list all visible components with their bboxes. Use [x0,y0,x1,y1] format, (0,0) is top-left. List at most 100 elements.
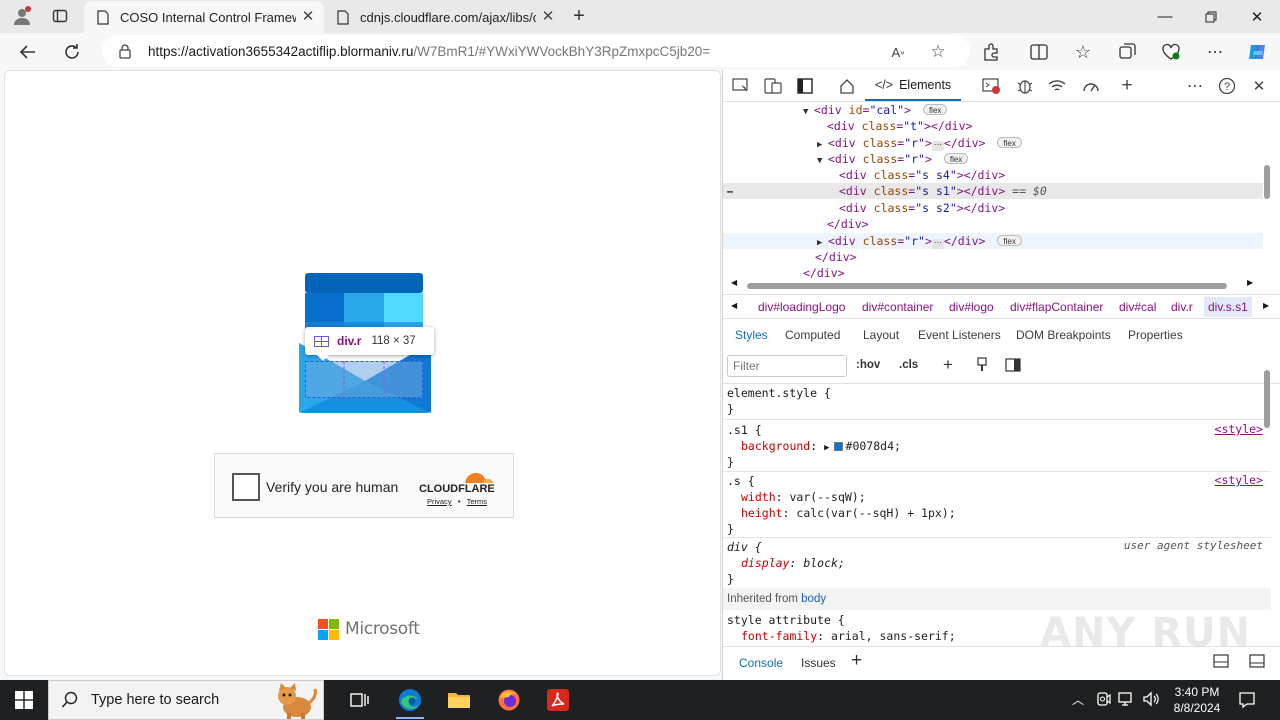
inspect-element-icon[interactable] [729,75,753,97]
back-icon[interactable] [14,38,42,66]
styles-filter-input[interactable]: Filter [727,355,847,377]
favorites-icon[interactable]: ☆ [1070,39,1096,65]
dom-node-r1[interactable]: ▶ <div class="r"> ⋯ </div> flex [723,135,1263,151]
style-attribute-selector[interactable]: style attribute { [727,612,845,628]
row-menu-icon[interactable]: ⋯ [727,185,839,201]
close-window-icon[interactable]: ✕ [1234,0,1280,33]
rule-s1-declaration[interactable]: background: ▶ #0078d4; [727,438,901,454]
dom-node-s2[interactable]: <div class="s s2"></div> [723,200,1263,216]
new-rule-plus-icon[interactable]: + [943,355,953,375]
close-devtools-icon[interactable]: ✕ [1247,75,1271,97]
meet-now-icon[interactable] [1096,691,1112,710]
url-field[interactable]: https://activation3655342actiflip.blorma… [102,35,970,67]
edge-taskbar-icon[interactable] [386,680,434,720]
dom-node-s1-selected[interactable]: ⋯ <div class="s s1"></div> == $0 [723,183,1263,199]
tab-layout[interactable]: Layout [863,328,899,342]
rule-s-height[interactable]: height: calc(var(--sqH) + 1px); [727,505,956,521]
paint-brush-icon[interactable] [975,357,989,376]
more-tools-plus-icon[interactable]: + [1115,75,1139,97]
flex-badge[interactable]: flex [922,104,948,115]
breadcrumb-item[interactable]: div#logo [949,300,994,314]
expand-icon[interactable]: ▶ [824,443,829,453]
breadcrumb-item[interactable]: div.r [1171,300,1193,314]
close-tab-icon[interactable]: ✕ [540,9,556,25]
chevron-up-icon[interactable]: ︿ [1072,691,1084,708]
element-style-selector[interactable]: element.style { [727,385,831,401]
dom-node-t[interactable]: <div class="t"></div> [723,118,1263,134]
split-screen-icon[interactable] [1026,39,1052,65]
read-aloud-icon[interactable]: A» [888,42,908,62]
console-icon[interactable] [979,75,1003,97]
scroll-thumb[interactable] [747,283,1227,289]
firefox-icon[interactable] [485,680,533,720]
taskbar-search-box[interactable]: Type here to search [48,680,324,720]
volume-icon[interactable] [1142,691,1160,710]
styles-vertical-scrollbar[interactable] [1264,370,1270,428]
lock-icon[interactable] [118,43,134,59]
minimize-icon[interactable]: — [1142,0,1188,33]
dock-side-icon[interactable] [793,75,817,97]
devtools-menu-icon[interactable]: ⋯ [1183,75,1207,97]
rule-s1-selector[interactable]: .s1 { [727,422,762,438]
dom-node-s4[interactable]: <div class="s s4"></div> [723,167,1263,183]
collections-icon[interactable] [1114,39,1140,65]
refresh-icon[interactable] [58,38,86,66]
dom-close-cal[interactable]: </div> [723,249,1263,265]
add-drawer-tab-icon[interactable]: + [851,650,862,672]
verify-checkbox[interactable] [232,473,260,501]
dom-horizontal-scrollbar[interactable]: ◀ ▶ [731,278,1261,290]
tab-actions-icon[interactable] [47,4,73,28]
tab-dom-breakpoints[interactable]: DOM Breakpoints [1016,328,1111,342]
cls-toggle[interactable]: .cls [899,359,918,371]
breadcrumb-left-icon[interactable]: ◀ [731,301,737,310]
new-tab-icon[interactable]: + [566,4,592,28]
color-swatch-icon[interactable] [833,442,843,451]
breadcrumb-item[interactable]: div#loadingLogo [758,300,845,314]
copilot-icon[interactable] [1244,39,1270,65]
profile-icon[interactable] [9,4,35,28]
taskbar-clock[interactable]: 3:40 PM 8/8/2024 [1162,684,1232,716]
dom-close-r2[interactable]: </div> [723,216,1263,232]
flex-badge[interactable]: flex [943,153,969,164]
tab-coso[interactable]: COSO Internal Control Framewor ✕ [84,1,324,33]
tab-computed[interactable]: Computed [785,328,840,342]
tab-cdnjs[interactable]: cdnjs.cloudflare.com/ajax/libs/c ✕ [324,1,564,33]
tab-styles[interactable]: Styles [735,328,768,342]
dom-vertical-scrollbar[interactable] [1264,165,1270,199]
network-icon[interactable] [1118,691,1136,710]
tab-event-listeners[interactable]: Event Listeners [918,328,1001,342]
breadcrumb-right-icon[interactable]: ▶ [1263,301,1269,310]
notifications-icon[interactable] [1238,691,1256,712]
rule-s-width[interactable]: width: var(--sqW); [727,489,866,505]
scroll-left-icon[interactable]: ◀ [731,278,737,287]
file-explorer-icon[interactable] [435,680,483,720]
hov-toggle[interactable]: :hov [856,359,880,371]
undock-drawer-icon[interactable] [1213,654,1229,671]
tab-elements[interactable]: </> Elements [865,70,962,101]
breadcrumb-item[interactable]: div#cal [1119,300,1156,314]
welcome-home-icon[interactable] [835,75,859,97]
dom-node-r2[interactable]: ▼ <div class="r"> flex [723,151,1263,167]
ellipsis-icon[interactable]: ⋯ [931,239,944,249]
dock-drawer-icon[interactable] [1249,654,1265,671]
rule-s-selector[interactable]: .s { [727,473,755,489]
scroll-right-icon[interactable]: ▶ [1247,278,1253,287]
bug-icon[interactable] [1013,75,1037,97]
device-emulation-icon[interactable] [761,75,785,97]
flex-badge[interactable]: flex [997,235,1022,246]
breadcrumb-item[interactable]: div#container [862,300,933,314]
start-button[interactable] [0,680,48,720]
style-attribute-font[interactable]: font-family: arial, sans-serif; [727,628,956,644]
computed-sidebar-icon[interactable] [1005,358,1021,375]
favorite-star-icon[interactable]: ☆ [928,42,948,62]
inherited-from-link[interactable]: body [801,593,826,605]
flex-badge[interactable]: flex [997,137,1022,148]
tab-issues[interactable]: Issues [801,656,836,670]
performance-icon[interactable] [1079,75,1103,97]
dom-node-cal[interactable]: ▼ <div id="cal"> flex [723,102,1263,118]
breadcrumb-item-active[interactable]: div.s.s1 [1204,297,1252,317]
acrobat-icon[interactable] [534,680,582,720]
task-view-icon[interactable] [336,680,384,720]
dom-close-flap[interactable]: </div> [723,265,1263,280]
more-menu-icon[interactable]: ⋯ [1202,39,1228,65]
